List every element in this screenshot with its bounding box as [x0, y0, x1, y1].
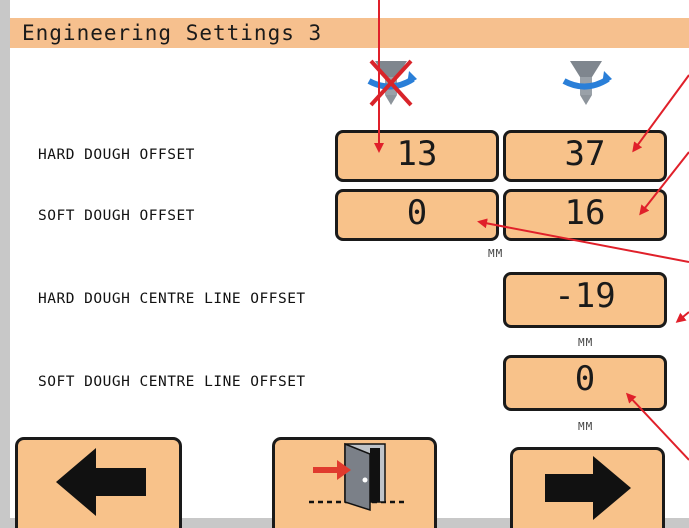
hard-dough-centre-line-offset-unit: MM: [578, 336, 594, 349]
nozzle-disabled-icon: [367, 59, 417, 107]
engineering-settings-screen: Engineering Settings 3 HARD DOUGH OFFSET…: [0, 0, 689, 528]
next-page-button[interactable]: [510, 447, 665, 528]
hard-dough-centre-line-offset-label: HARD DOUGH CENTRE LINE OFFSET: [38, 291, 306, 307]
previous-page-button[interactable]: [15, 437, 182, 528]
hard-dough-centre-line-offset-field[interactable]: -19: [503, 272, 667, 328]
soft-dough-centre-line-offset-label: SOFT DOUGH CENTRE LINE OFFSET: [38, 374, 306, 390]
exit-button[interactable]: [272, 437, 437, 528]
page-title: Engineering Settings 3: [22, 21, 323, 45]
hard-dough-offset-nozzle-off-field[interactable]: 13: [335, 130, 499, 182]
hard-dough-offset-label: HARD DOUGH OFFSET: [38, 147, 195, 163]
nozzle-rotating-icon: [562, 61, 612, 105]
annotation-arrow: [675, 311, 689, 323]
soft-dough-offset-unit: MM: [488, 247, 504, 260]
screen-frame-left: [0, 0, 10, 528]
hard-dough-offset-nozzle-on-field[interactable]: 37: [503, 130, 667, 182]
soft-dough-offset-label: SOFT DOUGH OFFSET: [38, 208, 195, 224]
soft-dough-offset-nozzle-on-field[interactable]: 16: [503, 189, 667, 241]
soft-dough-centre-line-offset-unit: MM: [578, 420, 594, 433]
exit-door-icon: [309, 442, 407, 512]
soft-dough-offset-nozzle-off-field[interactable]: 0: [335, 189, 499, 241]
arrow-left-icon: [56, 448, 146, 516]
soft-dough-centre-line-offset-field[interactable]: 0: [503, 355, 667, 411]
arrow-right-icon: [545, 456, 631, 520]
